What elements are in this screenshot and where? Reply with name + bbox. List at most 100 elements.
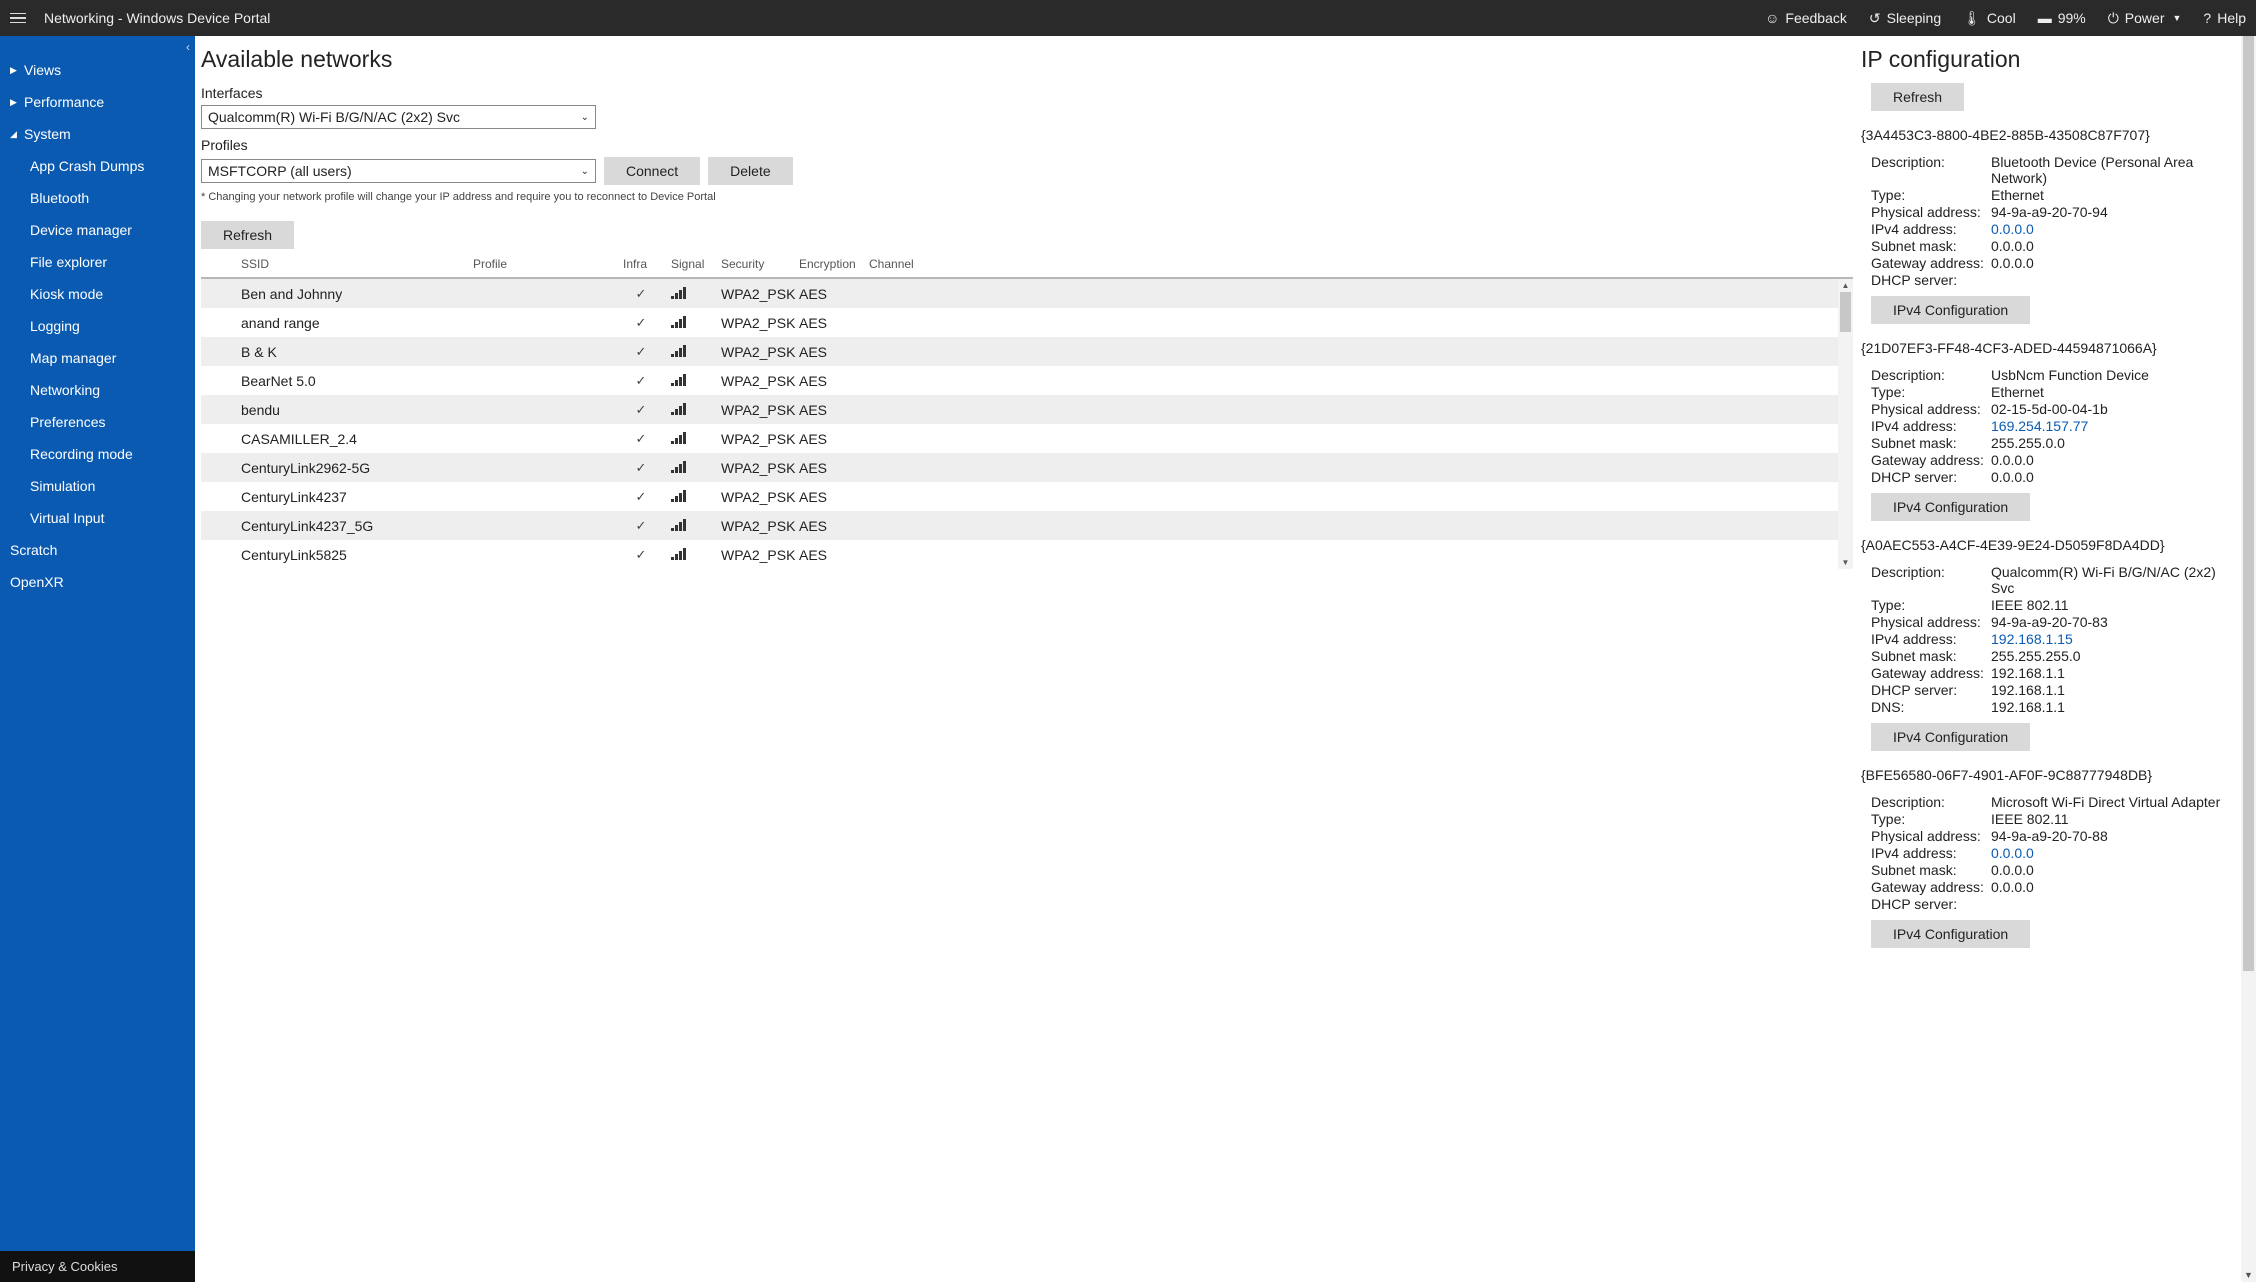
adapter-guid: {3A4453C3-8800-4BE2-885B-43508C87F707}	[1861, 127, 2234, 143]
table-row[interactable]: anand range✓WPA2_PSKAES	[201, 308, 1853, 337]
cell-ssid: B & K	[235, 337, 467, 366]
sidebar-item-openxr[interactable]: OpenXR	[0, 566, 195, 598]
ip-value: 0.0.0.0	[1991, 862, 2234, 878]
sidebar-item-performance[interactable]: ▶Performance	[0, 86, 195, 118]
ip-value[interactable]: 169.254.157.77	[1991, 418, 2234, 434]
scroll-down-icon[interactable]: ▼	[1838, 556, 1853, 569]
sidebar-item-device-manager[interactable]: Device manager	[0, 214, 195, 246]
cell-channel	[863, 278, 1853, 308]
table-row[interactable]: CASAMILLER_2.4✓WPA2_PSKAES	[201, 424, 1853, 453]
ip-row: Subnet mask:0.0.0.0	[1871, 237, 2234, 254]
ip-row: Type:IEEE 802.11	[1871, 810, 2234, 827]
sidebar-item-virtual-input[interactable]: Virtual Input	[0, 502, 195, 534]
table-row[interactable]: B & K✓WPA2_PSKAES	[201, 337, 1853, 366]
ip-key: Description:	[1871, 154, 1991, 186]
col-infra[interactable]: Infra	[617, 251, 665, 278]
available-networks-panel: Available networks Interfaces Qualcomm(R…	[195, 36, 1861, 1282]
sidebar-item-views[interactable]: ▶Views	[0, 54, 195, 86]
sidebar-item-map-manager[interactable]: Map manager	[0, 342, 195, 374]
check-icon: ✓	[623, 373, 659, 389]
table-row[interactable]: bendu✓WPA2_PSKAES	[201, 395, 1853, 424]
ipconfig-scrollbar[interactable]: ▼	[2241, 36, 2256, 1282]
ip-row: Type:IEEE 802.11	[1871, 596, 2234, 613]
ip-row: Subnet mask:255.255.0.0	[1871, 434, 2234, 451]
cell-infra: ✓	[617, 482, 665, 511]
sleeping-status[interactable]: ↺ Sleeping	[1869, 10, 1941, 26]
cell-channel	[863, 540, 1853, 569]
table-row[interactable]: Ben and Johnny✓WPA2_PSKAES	[201, 278, 1853, 308]
ipv4-configuration-button[interactable]: IPv4 Configuration	[1871, 723, 2030, 751]
sidebar-item-file-explorer[interactable]: File explorer	[0, 246, 195, 278]
connect-button[interactable]: Connect	[604, 157, 700, 185]
signal-icon	[671, 461, 686, 473]
cell-signal	[665, 395, 715, 424]
table-row[interactable]: CenturyLink4237_5G✓WPA2_PSKAES	[201, 511, 1853, 540]
profiles-label: Profiles	[201, 137, 1853, 153]
scroll-up-icon[interactable]: ▲	[1838, 279, 1853, 292]
sidebar-item-scratch[interactable]: Scratch	[0, 534, 195, 566]
sidebar-item-recording-mode[interactable]: Recording mode	[0, 438, 195, 470]
table-row[interactable]: CenturyLink4237✓WPA2_PSKAES	[201, 482, 1853, 511]
sidebar-item-label: Scratch	[10, 542, 57, 558]
ip-refresh-button[interactable]: Refresh	[1871, 83, 1964, 111]
sidebar-item-logging[interactable]: Logging	[0, 310, 195, 342]
sidebar-item-bluetooth[interactable]: Bluetooth	[0, 182, 195, 214]
ip-value: 192.168.1.1	[1991, 699, 2234, 715]
networks-scrollbar[interactable]: ▲ ▼	[1838, 279, 1853, 569]
col-profile[interactable]: Profile	[467, 251, 617, 278]
delete-button[interactable]: Delete	[708, 157, 792, 185]
ip-value[interactable]: 0.0.0.0	[1991, 221, 2234, 237]
power-menu[interactable]: ⏻ Power ▼	[2108, 10, 2182, 26]
ip-key: DHCP server:	[1871, 682, 1991, 698]
cell-security: WPA2_PSK	[715, 278, 793, 308]
sidebar-item-preferences[interactable]: Preferences	[0, 406, 195, 438]
ip-value: IEEE 802.11	[1991, 811, 2234, 827]
help-label: Help	[2217, 10, 2246, 26]
signal-icon	[671, 548, 686, 560]
sidebar-item-simulation[interactable]: Simulation	[0, 470, 195, 502]
interfaces-selected: Qualcomm(R) Wi-Fi B/G/N/AC (2x2) Svc	[208, 109, 460, 125]
table-row[interactable]: CenturyLink5825✓WPA2_PSKAES	[201, 540, 1853, 569]
feedback-button[interactable]: ☺ Feedback	[1765, 10, 1847, 26]
scrollbar-thumb[interactable]	[2243, 36, 2254, 971]
profiles-select[interactable]: MSFTCORP (all users) ⌄	[201, 159, 596, 183]
ip-value: 0.0.0.0	[1991, 255, 2234, 271]
sidebar-collapse-button[interactable]: ‹	[181, 36, 195, 58]
scrollbar-thumb[interactable]	[1840, 292, 1851, 332]
sidebar-item-networking[interactable]: Networking	[0, 374, 195, 406]
thermal-status[interactable]: 🌡 Cool	[1963, 10, 2016, 26]
cell-signal	[665, 453, 715, 482]
ip-value[interactable]: 192.168.1.15	[1991, 631, 2234, 647]
battery-status[interactable]: ▬ 99%	[2038, 10, 2086, 26]
ip-value[interactable]: 0.0.0.0	[1991, 845, 2234, 861]
signal-icon	[671, 519, 686, 531]
networks-refresh-button[interactable]: Refresh	[201, 221, 294, 249]
ip-value: 192.168.1.1	[1991, 682, 2234, 698]
ip-key: Description:	[1871, 794, 1991, 810]
col-encryption[interactable]: Encryption	[793, 251, 863, 278]
col-signal[interactable]: Signal	[665, 251, 715, 278]
scroll-down-icon[interactable]: ▼	[2241, 1267, 2256, 1282]
ipv4-configuration-button[interactable]: IPv4 Configuration	[1871, 920, 2030, 948]
sidebar: ‹ ▶Views▶Performance◢SystemApp Crash Dum…	[0, 36, 195, 1282]
sidebar-item-kiosk-mode[interactable]: Kiosk mode	[0, 278, 195, 310]
chevron-down-icon: ▼	[2172, 13, 2181, 23]
col-ssid[interactable]: SSID	[235, 251, 467, 278]
menu-icon[interactable]	[10, 8, 30, 28]
sidebar-item-system[interactable]: ◢System	[0, 118, 195, 150]
help-button[interactable]: ? Help	[2203, 10, 2246, 26]
ipv4-configuration-button[interactable]: IPv4 Configuration	[1871, 296, 2030, 324]
ipv4-configuration-button[interactable]: IPv4 Configuration	[1871, 493, 2030, 521]
ip-key: Subnet mask:	[1871, 238, 1991, 254]
ip-row: DHCP server:	[1871, 895, 2234, 912]
feedback-label: Feedback	[1785, 10, 1846, 26]
ip-key: IPv4 address:	[1871, 631, 1991, 647]
col-channel[interactable]: Channel	[863, 251, 1853, 278]
privacy-link[interactable]: Privacy & Cookies	[0, 1251, 195, 1282]
ip-configuration-panel: IP configuration Refresh {3A4453C3-8800-…	[1861, 36, 2256, 1282]
col-security[interactable]: Security	[715, 251, 793, 278]
table-row[interactable]: CenturyLink2962-5G✓WPA2_PSKAES	[201, 453, 1853, 482]
sidebar-item-app-crash-dumps[interactable]: App Crash Dumps	[0, 150, 195, 182]
table-row[interactable]: BearNet 5.0✓WPA2_PSKAES	[201, 366, 1853, 395]
interfaces-select[interactable]: Qualcomm(R) Wi-Fi B/G/N/AC (2x2) Svc ⌄	[201, 105, 596, 129]
